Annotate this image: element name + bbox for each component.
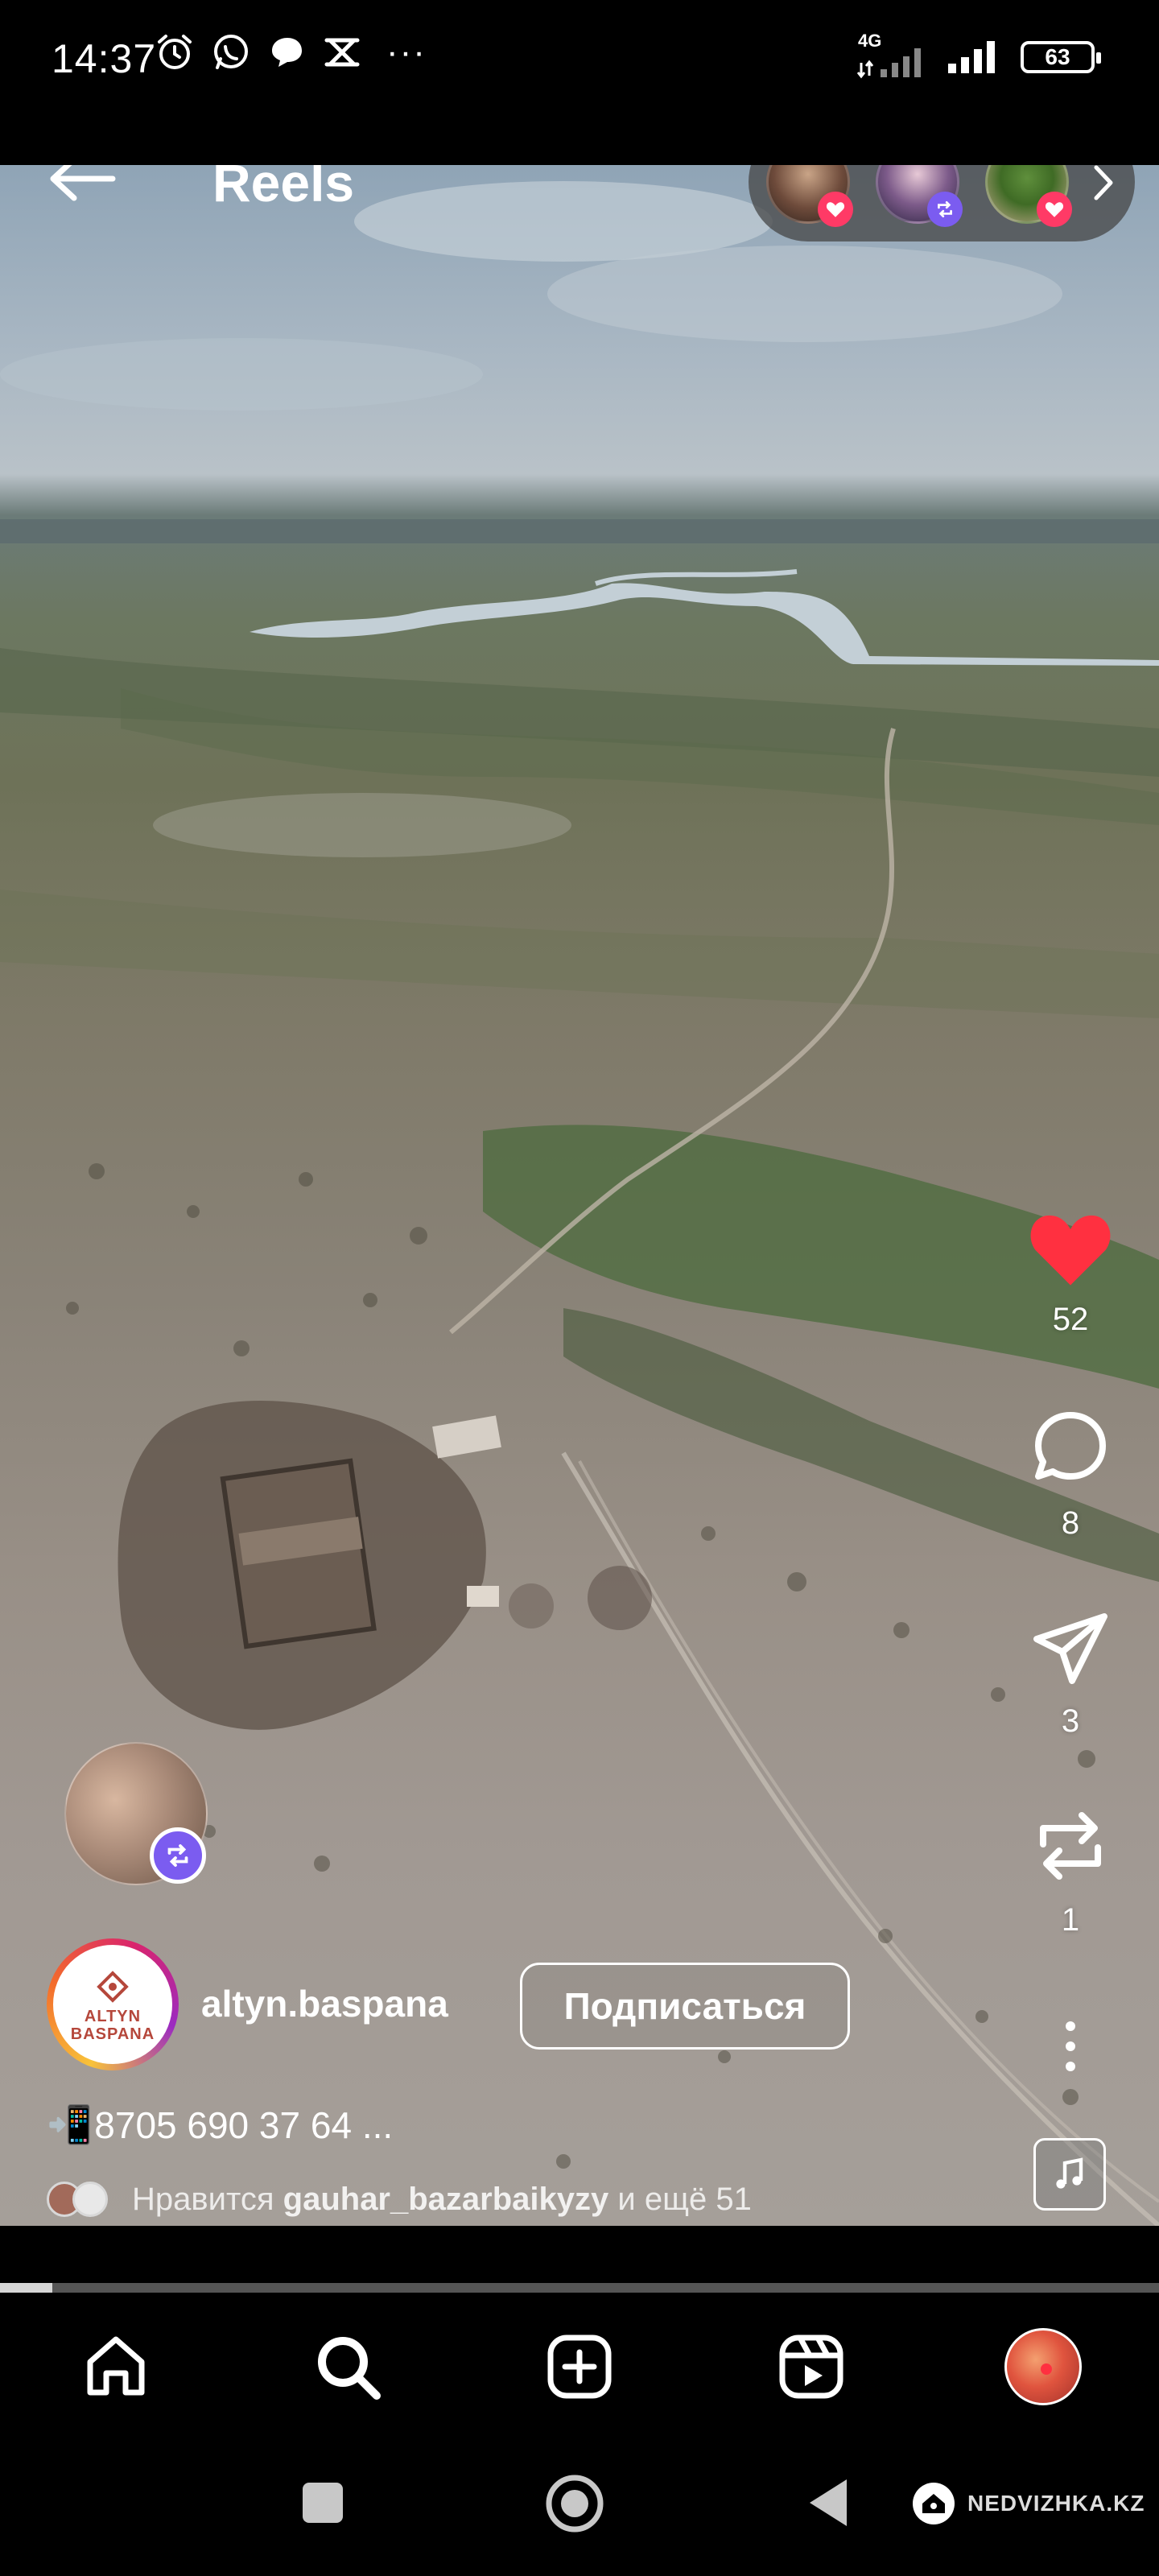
home-button-icon[interactable] (544, 2473, 605, 2534)
battery-indicator: 63 (1021, 41, 1101, 73)
capcut-icon (324, 38, 360, 67)
nav-search[interactable] (307, 2326, 388, 2407)
back-button-icon[interactable] (806, 2476, 850, 2529)
chat-bubble-icon (272, 38, 302, 67)
author-avatar[interactable]: ALTYN BASPANA (47, 1938, 179, 2070)
logo-line-2: BASPANA (70, 2025, 155, 2043)
repost-badge-icon (927, 192, 963, 227)
liked-suffix: и ещё 51 (617, 2181, 752, 2217)
watermark-text: NEDVIZHKA.KZ (967, 2491, 1145, 2516)
mobile-signal-4g-icon: 4G (856, 31, 929, 79)
more-vertical-icon[interactable] (1058, 2018, 1083, 2074)
follow-button[interactable]: Подписаться (520, 1963, 850, 2050)
back-arrow-icon[interactable] (45, 165, 118, 203)
ornament-logo-icon (97, 1971, 129, 2003)
repost-icon[interactable] (1033, 1806, 1107, 1886)
search-icon[interactable] (312, 2331, 383, 2402)
liker-avatar-2 (72, 2182, 108, 2217)
audio-track-button[interactable] (1033, 2138, 1106, 2211)
watermark: NEDVIZHKA.KZ (911, 2481, 1145, 2526)
status-time: 14:37 (52, 36, 157, 81)
bottom-navigation (0, 2294, 1159, 2439)
repost-count: 1 (1061, 1902, 1080, 1938)
status-bar: 14:37 ··· 4G 63 (0, 0, 1159, 165)
liked-prefix: Нравится (132, 2181, 274, 2217)
liked-by-row[interactable]: Нравится gauhar_bazarbaikyzy и ещё 51 (47, 2178, 752, 2220)
heart-filled-icon[interactable] (1029, 1212, 1112, 1286)
notification-dot-icon (1041, 2363, 1052, 2375)
comment-count: 8 (1061, 1505, 1080, 1541)
add-post-icon[interactable] (544, 2331, 615, 2402)
nav-reels[interactable] (771, 2326, 852, 2407)
author-username[interactable]: altyn.baspana (201, 1982, 448, 2025)
liked-by-avatars (47, 2178, 114, 2220)
music-note-icon (1056, 2157, 1083, 2189)
send-icon[interactable] (1030, 1610, 1111, 1687)
signal-icon (948, 41, 995, 73)
home-icon[interactable] (80, 2331, 151, 2402)
heart-badge-icon (818, 192, 853, 227)
share-count: 3 (1061, 1703, 1080, 1739)
altyn-baspana-logo: ALTYN BASPANA (53, 1945, 172, 2064)
video-progress-fill (0, 2283, 52, 2293)
whatsapp-icon (214, 35, 248, 69)
aerial-landscape-image (0, 181, 1159, 2226)
heart-badge-icon (1037, 192, 1072, 227)
nav-create[interactable] (539, 2326, 620, 2407)
comment-action[interactable]: 8 (1022, 1409, 1119, 1542)
page-title: Reels (212, 165, 355, 213)
like-action[interactable]: 52 (1022, 1212, 1119, 1338)
repost-badge-icon (150, 1827, 206, 1884)
friend-activity-pill[interactable] (749, 165, 1135, 242)
caption-emoji: 📲 (47, 2103, 93, 2145)
video-progress-bar[interactable] (0, 2283, 1159, 2293)
share-action[interactable]: 3 (1022, 1610, 1119, 1740)
more-options-action[interactable] (1022, 2018, 1119, 2074)
comment-icon[interactable] (1030, 1409, 1111, 1489)
alarm-icon (158, 35, 192, 69)
reels-icon[interactable] (776, 2331, 847, 2402)
notification-icons: ··· (155, 32, 427, 72)
more-notifications: ··· (386, 32, 427, 72)
reel-video[interactable]: Reels 52 8 3 1 ALTYN BASPANA altyn.baspa… (0, 165, 1159, 2226)
recent-apps-icon[interactable] (301, 2481, 344, 2524)
chevron-right-icon (1094, 165, 1113, 200)
nav-home[interactable] (76, 2326, 156, 2407)
like-count: 52 (1052, 1302, 1089, 1337)
status-right: 4G 63 (856, 31, 1101, 79)
house-logo-icon (913, 2483, 955, 2524)
caption-text: 8705 690 37 64 ... (94, 2103, 394, 2146)
logo-line-1: ALTYN (84, 2008, 142, 2025)
caption[interactable]: 📲 8705 690 37 64 ... (47, 2103, 393, 2147)
repost-action[interactable]: 1 (1022, 1806, 1119, 1938)
liked-username[interactable]: gauhar_bazarbaikyzy (283, 2182, 609, 2218)
